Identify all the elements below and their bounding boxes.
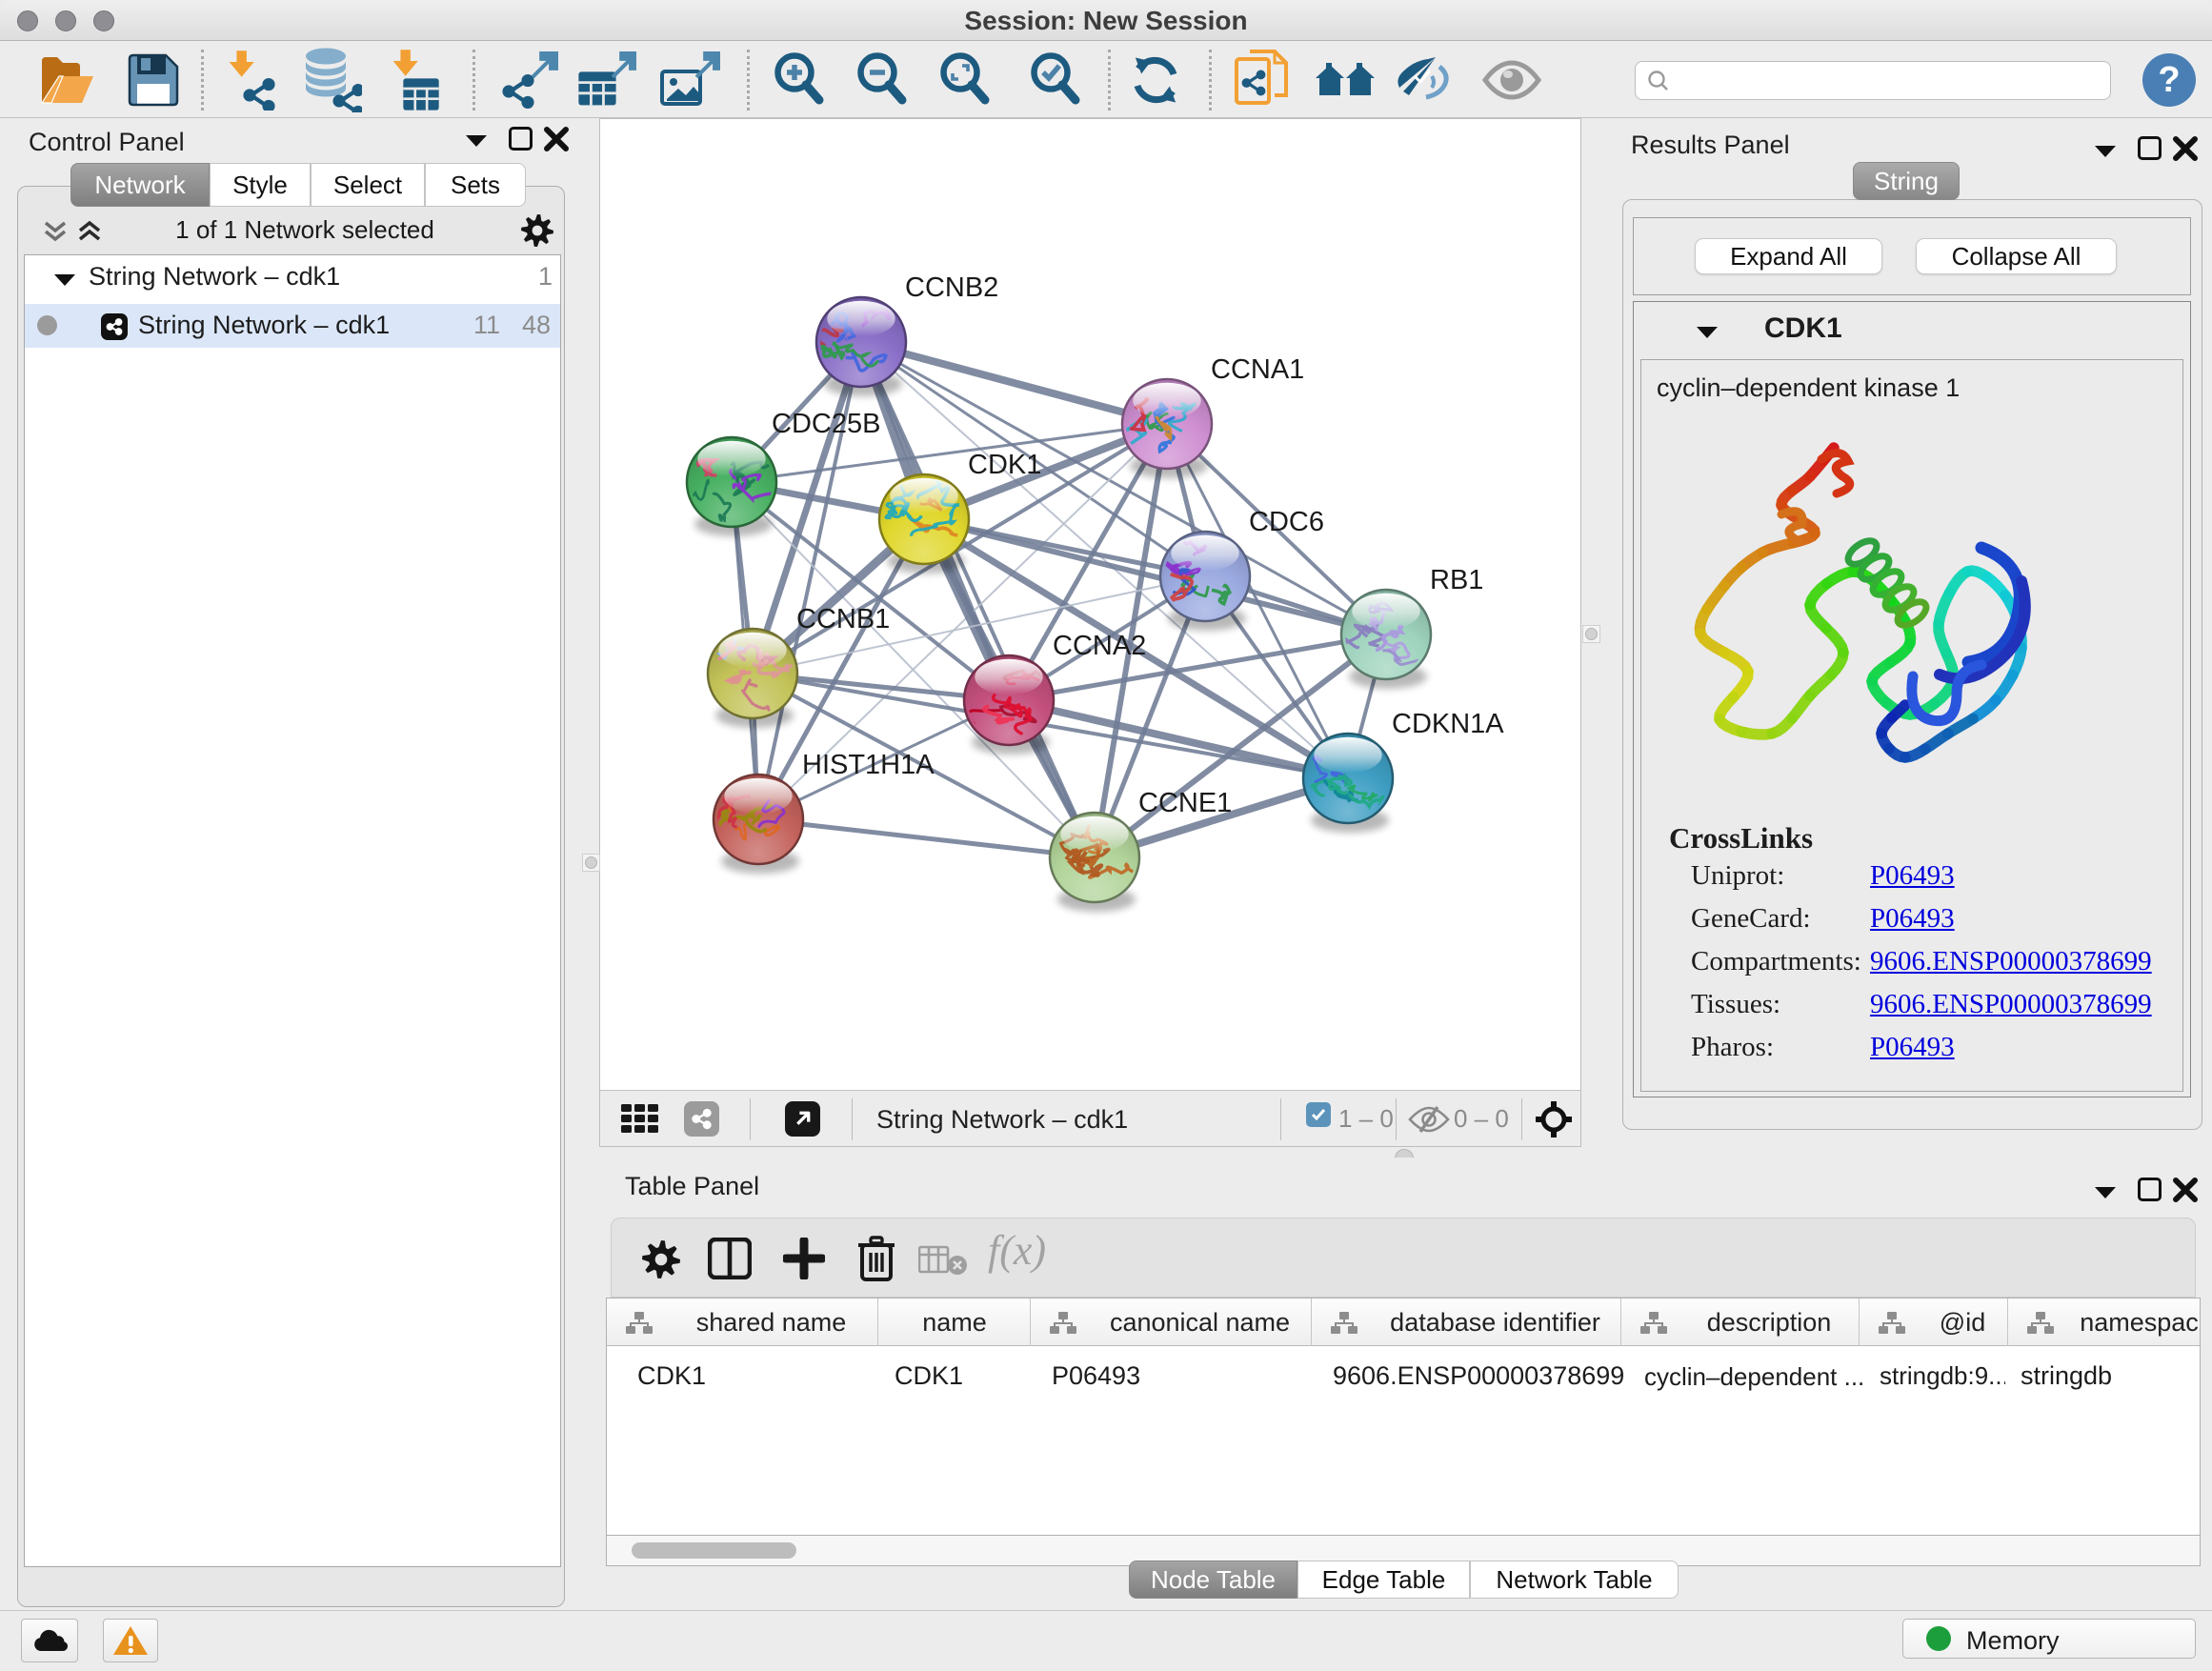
svg-text:CCNE1: CCNE1 [1138,788,1232,818]
svg-text:CCNA2: CCNA2 [1053,631,1146,661]
svg-text:CCNB1: CCNB1 [796,604,890,634]
svg-text:CDC6: CDC6 [1249,507,1324,537]
svg-text:RB1: RB1 [1430,565,1483,595]
svg-text:HIST1H1A: HIST1H1A [802,750,935,780]
svg-text:CDKN1A: CDKN1A [1392,709,1504,739]
svg-text:CDK1: CDK1 [968,450,1041,480]
svg-text:CCNB2: CCNB2 [905,272,998,303]
svg-text:CDC25B: CDC25B [772,409,880,439]
svg-text:CCNA1: CCNA1 [1211,354,1304,385]
